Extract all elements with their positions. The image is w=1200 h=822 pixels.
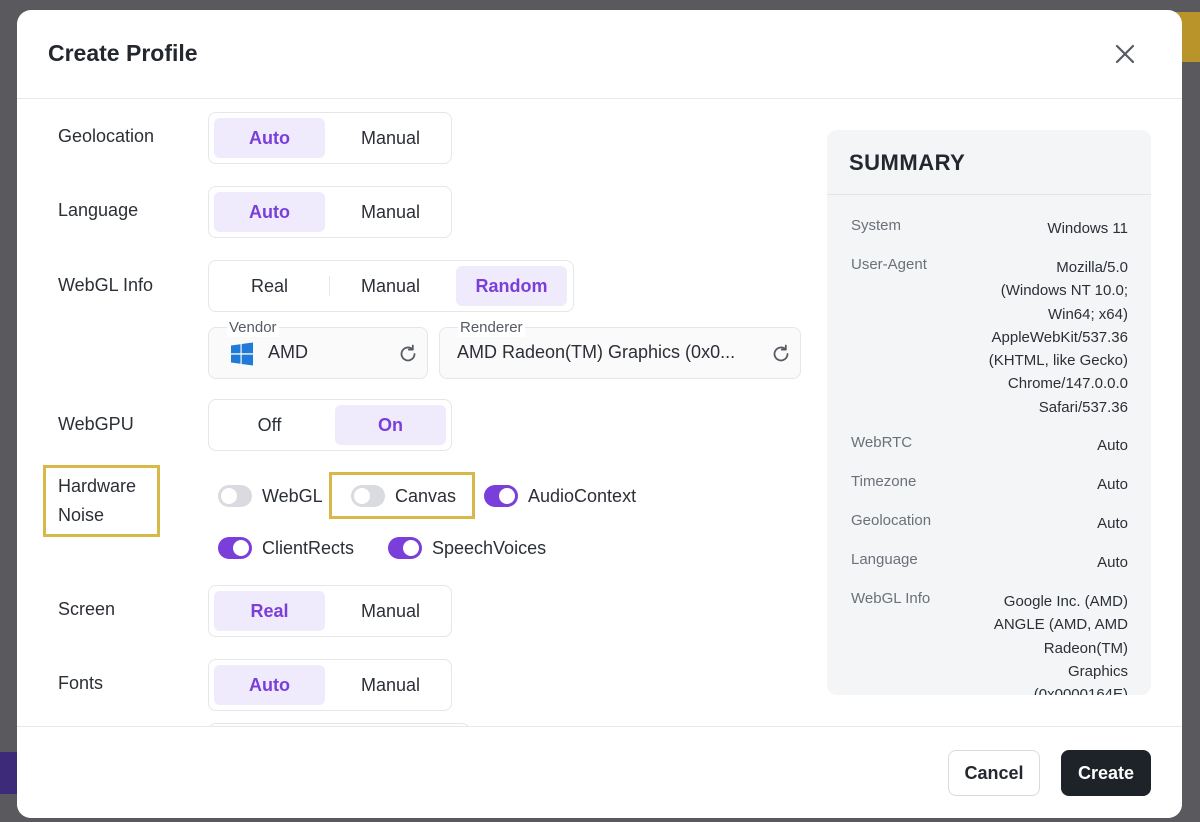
summary-value: Mozilla/5.0 (Windows NT 10.0; Win64; x64… [988, 259, 1128, 416]
language-option-auto[interactable]: Auto [214, 192, 325, 232]
webgl-switch[interactable] [218, 485, 252, 507]
audiocontext-switch[interactable] [484, 485, 518, 507]
renderer-field-label: Renderer [458, 319, 525, 337]
summary-title: SUMMARY [849, 150, 966, 175]
webgl-info-label: WebGL Info [58, 275, 154, 295]
renderer-field[interactable]: Renderer AMD Radeon(TM) Graphics (0x0... [439, 319, 801, 379]
modal-footer: Cancel Create [17, 726, 1182, 818]
fonts-label: Fonts [58, 673, 104, 693]
screen-label: Screen [58, 599, 116, 619]
modal-header: Create Profile [17, 10, 1182, 99]
create-profile-modal: Create Profile Geolocation Auto Manual L… [17, 10, 1182, 818]
geolocation-option-auto[interactable]: Auto [214, 118, 325, 158]
webgpu-segmented-control: Off On [208, 399, 452, 451]
summary-value: Google Inc. (AMD) ANGLE (AMD, AMD Radeon… [993, 593, 1128, 695]
summary-value: Auto [1097, 437, 1128, 454]
fonts-option-auto[interactable]: Auto [214, 665, 325, 705]
webgl-info-option-real[interactable]: Real [214, 266, 325, 306]
toggle-canvas-label: Canvas [395, 485, 457, 506]
summary-panel: SUMMARY System Windows 11 User-Agent Moz… [827, 130, 1151, 695]
summary-key: WebRTC [851, 434, 913, 451]
windows-icon [231, 342, 253, 366]
toggle-audiocontext[interactable]: AudioContext [484, 485, 636, 507]
summary-key: User-Agent [851, 256, 927, 273]
summary-key: System [851, 217, 902, 234]
summary-key: Timezone [851, 473, 917, 490]
summary-value: Auto [1097, 554, 1128, 571]
webgl-info-segmented-control: Real Manual Random [208, 260, 574, 312]
webgl-info-option-random[interactable]: Random [456, 266, 567, 306]
backdrop-sidebar-edge [0, 752, 18, 794]
webgpu-label: WebGPU [58, 414, 134, 434]
webgpu-option-off[interactable]: Off [214, 405, 325, 445]
vendor-value: AMD [268, 342, 308, 362]
geolocation-segmented-control: Auto Manual [208, 112, 452, 164]
close-icon [1115, 44, 1135, 64]
fonts-option-manual[interactable]: Manual [335, 665, 446, 705]
summary-value: Auto [1097, 476, 1128, 493]
summary-key: Language [851, 551, 918, 568]
language-label: Language [58, 200, 139, 220]
summary-value: Windows 11 [1047, 220, 1128, 237]
toggle-webgl[interactable]: WebGL [218, 485, 323, 507]
screen-option-manual[interactable]: Manual [335, 591, 446, 631]
renderer-value: AMD Radeon(TM) Graphics (0x0... [457, 342, 736, 362]
speechvoices-switch[interactable] [388, 537, 422, 559]
summary-key: WebGL Info [851, 590, 931, 607]
modal-title: Create Profile [48, 40, 198, 66]
renderer-refresh-icon[interactable] [770, 343, 792, 365]
canvas-switch[interactable] [351, 485, 385, 507]
hardware-noise-label: Hardware Noise [58, 476, 137, 525]
language-option-manual[interactable]: Manual [335, 192, 446, 232]
summary-divider [827, 194, 1151, 195]
toggle-clientrects[interactable]: ClientRects [218, 537, 354, 559]
screen-segmented-control: Real Manual [208, 585, 452, 637]
vendor-field-label: Vendor [227, 319, 279, 337]
toggle-webgl-label: WebGL [262, 485, 323, 506]
summary-value: Auto [1097, 515, 1128, 532]
cancel-button[interactable]: Cancel [948, 750, 1040, 796]
geolocation-label: Geolocation [58, 126, 155, 146]
summary-key: Geolocation [851, 512, 932, 529]
toggle-speechvoices[interactable]: SpeechVoices [388, 537, 546, 559]
toggle-clientrects-label: ClientRects [262, 537, 355, 558]
close-button[interactable] [1109, 38, 1141, 70]
webgpu-option-on[interactable]: On [335, 405, 446, 445]
toggle-canvas[interactable]: Canvas [351, 485, 456, 507]
geolocation-option-manual[interactable]: Manual [335, 118, 446, 158]
vendor-refresh-icon[interactable] [397, 343, 419, 365]
clientrects-switch[interactable] [218, 537, 252, 559]
toggle-audiocontext-label: AudioContext [528, 485, 637, 506]
create-button[interactable]: Create [1061, 750, 1151, 796]
vendor-field[interactable]: Vendor AMD [208, 319, 428, 379]
modal-content: Geolocation Auto Manual Language Auto Ma… [17, 99, 1182, 727]
toggle-speechvoices-label: SpeechVoices [432, 537, 547, 558]
fonts-segmented-control: Auto Manual [208, 659, 452, 711]
language-segmented-control: Auto Manual [208, 186, 452, 238]
screen-option-real[interactable]: Real [214, 591, 325, 631]
webgl-info-option-manual[interactable]: Manual [329, 266, 446, 306]
